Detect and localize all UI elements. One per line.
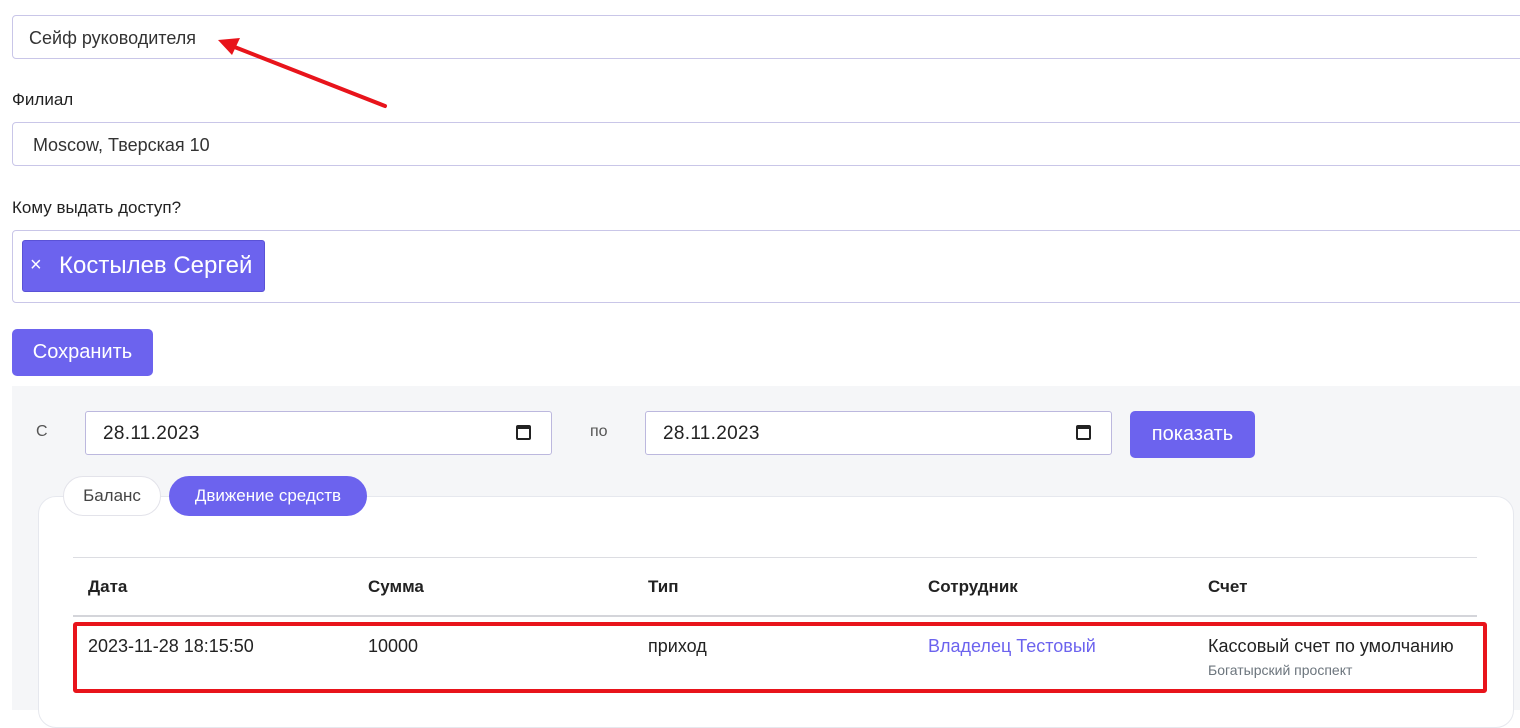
annotation-arrow	[218, 38, 387, 108]
